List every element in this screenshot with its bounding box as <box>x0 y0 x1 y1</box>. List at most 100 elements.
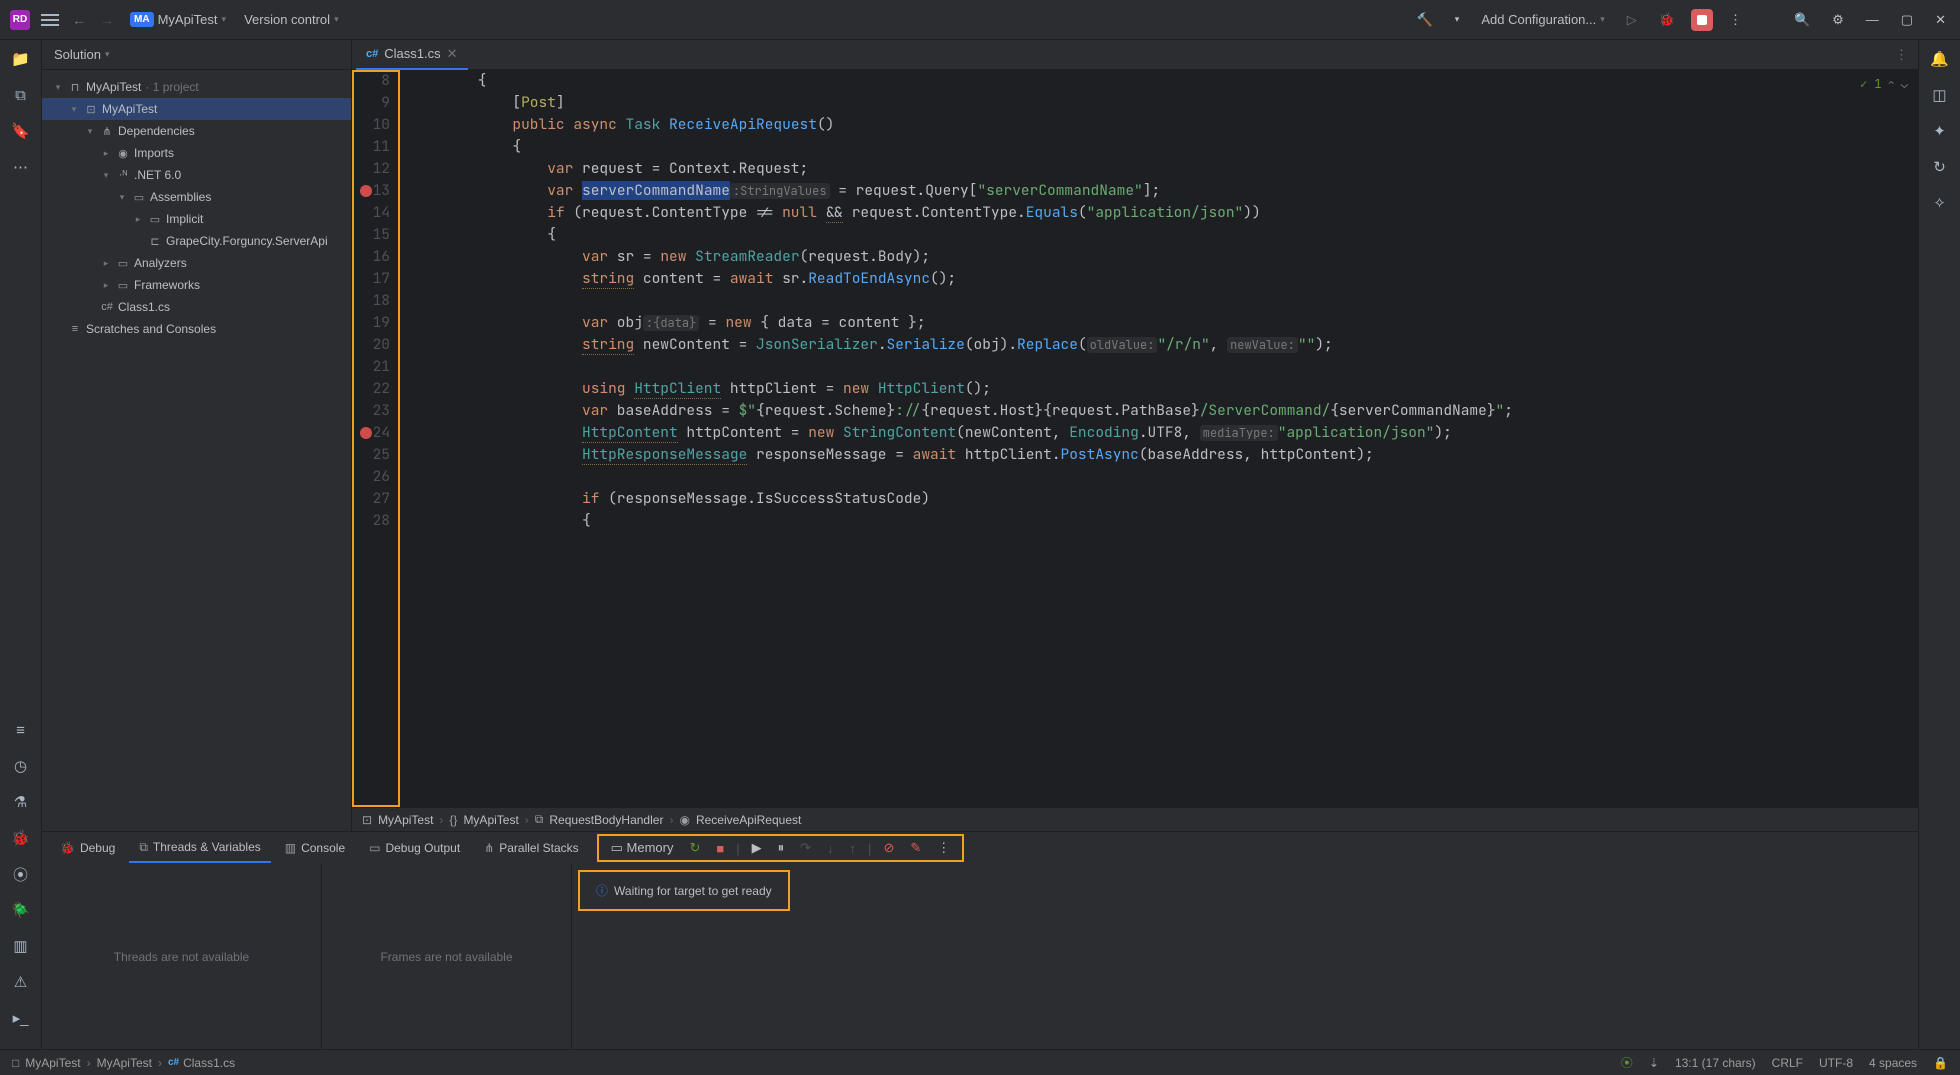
rail-folder-icon[interactable]: 📁 <box>10 48 32 70</box>
rail-spark-icon[interactable]: ✧ <box>1929 192 1951 214</box>
rail-ai-icon[interactable]: ✦ <box>1929 120 1951 142</box>
tree-item[interactable]: ▸▭Implicit <box>42 208 351 230</box>
resume-icon[interactable]: ▶ <box>748 840 766 856</box>
tree-item[interactable]: ▾▭Assemblies <box>42 186 351 208</box>
solution-header[interactable]: Solution ▾ <box>42 40 351 70</box>
rail-reload-icon[interactable]: ↻ <box>1929 156 1951 178</box>
tree-item[interactable]: ▾⊓MyApiTest· 1 project <box>42 76 351 98</box>
threads-pane: Threads are not available <box>42 864 322 1049</box>
maximize-button[interactable]: ▢ <box>1895 12 1919 28</box>
rail-debug-active-icon[interactable]: 🪲 <box>10 899 32 921</box>
breakpoint-icon[interactable] <box>360 185 372 197</box>
sb-lock-icon[interactable]: 🔒 <box>1933 1056 1948 1070</box>
minimize-button[interactable]: ― <box>1860 12 1885 27</box>
sb-pos[interactable]: 13:1 (17 chars) <box>1675 1056 1756 1070</box>
rail-more-icon[interactable]: ⋯ <box>10 156 32 178</box>
dtab-output[interactable]: ▭Debug Output <box>359 833 470 863</box>
project-selector[interactable]: MA MyApiTest ▾ <box>124 12 232 27</box>
dtab-console[interactable]: ▥Console <box>275 833 355 863</box>
solution-panel: Solution ▾ ▾⊓MyApiTest· 1 project▾⊡MyApi… <box>42 40 352 831</box>
editor-body[interactable]: ✓ 1 ⌃⌄ 891011121314151617181920212223242… <box>352 70 1918 807</box>
debug-panel: 🐞Debug ⧉Threads & Variables ▥Console ▭De… <box>42 831 1918 1049</box>
debug-toolbar: ▭ Memory ↻ ■ | ▶ ⏸ ↷ ↓ ↑ | ⊘ ✎ ⋮ <box>597 834 965 862</box>
close-tab-icon[interactable]: ✕ <box>447 46 458 62</box>
tree-item[interactable]: ▸▭Analyzers <box>42 252 351 274</box>
tree-item[interactable]: ▾·ᴺ.NET 6.0 <box>42 164 351 186</box>
sb-p1[interactable]: MyApiTest <box>25 1056 80 1070</box>
tree-item[interactable]: ≡Scratches and Consoles <box>42 318 351 340</box>
search-icon[interactable]: 🔍 <box>1788 12 1816 28</box>
chevron-down-icon: ▾ <box>222 14 227 25</box>
crumb-ns[interactable]: MyApiTest <box>463 813 518 827</box>
debug-button[interactable]: 🐞 <box>1653 12 1681 28</box>
crumb-class[interactable]: RequestBodyHandler <box>549 813 663 827</box>
mute-bp-icon[interactable]: ✎ <box>906 840 925 856</box>
rail-test-icon[interactable]: ⚗ <box>10 791 32 813</box>
rail-terminal-icon[interactable]: ▸_ <box>10 1007 32 1029</box>
tree-item[interactable]: ▾⋔Dependencies <box>42 120 351 142</box>
rail-db2-icon[interactable]: ◫ <box>1929 84 1951 106</box>
run-config[interactable]: Add Configuration... ▾ <box>1475 12 1610 27</box>
sb-download-icon[interactable]: ⇣ <box>1649 1056 1659 1070</box>
tab-label: Class1.cs <box>384 46 440 61</box>
tab-class1[interactable]: c# Class1.cs ✕ <box>356 40 468 70</box>
tree-item[interactable]: ⊏GrapeCity.Forguncy.ServerApi <box>42 230 351 252</box>
dt-more-icon[interactable]: ⋮ <box>933 840 954 856</box>
inspection-widget[interactable]: ✓ 1 ⌃⌄ <box>1860 76 1908 92</box>
build-button[interactable]: 🔨 <box>1411 12 1439 28</box>
gutter[interactable]: 8910111213141516171819202122232425262728 <box>352 70 400 807</box>
rail-warn-icon[interactable]: ⚠ <box>10 971 32 993</box>
app-logo: RD <box>8 8 32 32</box>
rail-dots-icon[interactable]: ⦿ <box>10 863 32 885</box>
build-dropdown[interactable]: ▾ <box>1449 14 1466 25</box>
sb-indent[interactable]: 4 spaces <box>1869 1056 1917 1070</box>
dtab-stacks[interactable]: ⋔Parallel Stacks <box>474 833 588 863</box>
nav-fwd[interactable]: → <box>96 12 118 28</box>
stepover-icon[interactable]: ↷ <box>796 840 815 856</box>
dtab-memory[interactable]: ▭ Memory <box>607 840 678 856</box>
tree-item[interactable]: c#Class1.cs <box>42 296 351 318</box>
tree-item[interactable]: ▾⊡MyApiTest <box>42 98 351 120</box>
stop-icon[interactable]: ■ <box>712 841 728 856</box>
disable-bp-icon[interactable]: ⊘ <box>879 840 898 856</box>
sb-eol[interactable]: CRLF <box>1772 1056 1803 1070</box>
tabs-more-icon[interactable]: ⋮ <box>1885 47 1918 63</box>
tree-item[interactable]: ▸▭Frameworks <box>42 274 351 296</box>
sb-status-icon[interactable]: ⦿ <box>1621 1054 1633 1071</box>
stepinto-icon[interactable]: ↓ <box>823 841 838 856</box>
rail-bookmarks-icon[interactable]: 🔖 <box>10 120 32 142</box>
rerun-icon[interactable]: ↻ <box>685 840 704 856</box>
crumb-method[interactable]: ReceiveApiRequest <box>696 813 801 827</box>
more-button[interactable]: ⋮ <box>1723 12 1748 28</box>
rail-bug-icon[interactable]: 🐞 <box>10 827 32 849</box>
chevron-down-icon: ▾ <box>334 14 339 25</box>
rail-db-icon[interactable]: ▥ <box>10 935 32 957</box>
csharp-icon: c# <box>366 48 378 60</box>
close-button[interactable]: ✕ <box>1929 12 1952 28</box>
rail-todo-icon[interactable]: ≡ <box>10 719 32 741</box>
rail-notifications-icon[interactable]: 🔔 <box>1929 48 1951 70</box>
run-button[interactable]: ▷ <box>1621 12 1643 28</box>
rail-structure-icon[interactable]: ⧉ <box>10 84 32 106</box>
tree-item[interactable]: ▸◉Imports <box>42 142 351 164</box>
version-control[interactable]: Version control ▾ <box>238 12 345 27</box>
pause-icon[interactable]: ⏸ <box>774 840 789 856</box>
hamburger-menu[interactable] <box>38 8 62 32</box>
sb-enc[interactable]: UTF-8 <box>1819 1056 1853 1070</box>
sb-p2[interactable]: MyApiTest <box>97 1056 152 1070</box>
crumb-project[interactable]: MyApiTest <box>378 813 433 827</box>
nav-back[interactable]: ← <box>68 12 90 28</box>
debug-tabs: 🐞Debug ⧉Threads & Variables ▥Console ▭De… <box>42 832 1918 864</box>
code-view[interactable]: { [Post] public async Task ReceiveApiReq… <box>400 70 1918 807</box>
titlebar: RD ← → MA MyApiTest ▾ Version control ▾ … <box>0 0 1960 40</box>
dtab-debug[interactable]: 🐞Debug <box>50 833 125 863</box>
settings-icon[interactable]: ⚙ <box>1826 12 1850 28</box>
breakpoint-icon[interactable] <box>360 427 372 439</box>
statusbar: □ MyApiTest › MyApiTest › c# Class1.cs ⦿… <box>0 1049 1960 1075</box>
method-icon: ◉ <box>679 813 689 827</box>
stepout-icon[interactable]: ↑ <box>846 841 861 856</box>
sb-p3[interactable]: Class1.cs <box>183 1056 235 1070</box>
stop-button[interactable] <box>1691 9 1713 31</box>
rail-clock-icon[interactable]: ◷ <box>10 755 32 777</box>
dtab-threads[interactable]: ⧉Threads & Variables <box>129 833 270 863</box>
